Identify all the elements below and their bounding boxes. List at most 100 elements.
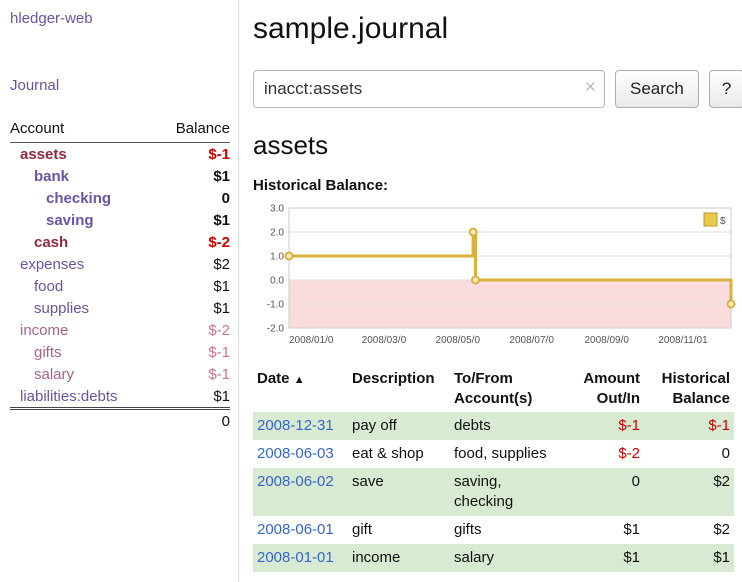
account-balance-liabilities-debts: $1 bbox=[156, 385, 230, 409]
register-row: 2008-06-01 gift gifts $1 $2 bbox=[253, 516, 734, 544]
svg-text:2008/11/01: 2008/11/01 bbox=[658, 335, 708, 346]
transaction-description: eat & shop bbox=[348, 440, 450, 468]
transaction-amount: $1 bbox=[568, 516, 644, 544]
register-row: 2008-06-02 save saving, checking 0 $2 bbox=[253, 468, 734, 516]
col-accounts: To/From Account(s) bbox=[450, 366, 568, 412]
account-row: cash $-2 bbox=[10, 231, 230, 253]
col-amount: Amount Out/In bbox=[568, 366, 644, 412]
transaction-accounts: salary bbox=[450, 544, 568, 572]
svg-text:2008/07/0: 2008/07/0 bbox=[509, 335, 554, 346]
account-link-salary[interactable]: salary bbox=[34, 366, 74, 383]
app-title-link[interactable]: hledger-web bbox=[10, 10, 230, 27]
account-balance-salary: $-1 bbox=[156, 363, 230, 385]
account-balance-assets: $-1 bbox=[156, 143, 230, 166]
svg-text:2.0: 2.0 bbox=[270, 228, 284, 239]
account-balance-cash: $-2 bbox=[156, 231, 230, 253]
account-link-saving[interactable]: saving bbox=[46, 212, 94, 229]
account-row: checking 0 bbox=[10, 187, 230, 209]
search-input[interactable] bbox=[253, 70, 605, 108]
clear-search-icon[interactable]: × bbox=[585, 77, 596, 99]
account-link-food[interactable]: food bbox=[34, 278, 63, 295]
transaction-amount: 0 bbox=[568, 468, 644, 516]
account-balance-saving: $1 bbox=[156, 209, 230, 231]
help-button[interactable]: ? bbox=[709, 70, 742, 108]
sidebar-item-journal[interactable]: Journal bbox=[10, 77, 230, 94]
account-row: saving $1 bbox=[10, 209, 230, 231]
search-bar: × Search ? bbox=[253, 70, 742, 108]
account-balance-food: $1 bbox=[156, 275, 230, 297]
account-link-assets[interactable]: assets bbox=[20, 146, 67, 163]
account-balance-supplies: $1 bbox=[156, 297, 230, 319]
account-row: assets $-1 bbox=[10, 143, 230, 166]
transaction-accounts: debts bbox=[450, 412, 568, 440]
transaction-description: income bbox=[348, 544, 450, 572]
register-header-row: Date ▲ Description To/From Account(s) Am… bbox=[253, 366, 734, 412]
accounts-col-balance: Balance bbox=[156, 118, 230, 143]
svg-text:$: $ bbox=[720, 216, 726, 227]
hledger-web-app: hledger-web Journal Account Balance asse… bbox=[0, 0, 742, 582]
col-historical-balance: Historical Balance bbox=[644, 366, 734, 412]
account-link-supplies[interactable]: supplies bbox=[34, 300, 89, 317]
transaction-balance: $1 bbox=[644, 544, 734, 572]
accounts-header-row: Account Balance bbox=[10, 118, 230, 143]
col-date-label: Date bbox=[257, 370, 290, 387]
transaction-balance: 0 bbox=[644, 440, 734, 468]
page-title: sample.journal bbox=[253, 12, 742, 46]
account-heading: assets bbox=[253, 130, 742, 161]
svg-text:3.0: 3.0 bbox=[270, 204, 284, 215]
accounts-col-account: Account bbox=[10, 118, 156, 143]
chart-title: Historical Balance: bbox=[253, 177, 742, 194]
svg-text:2008/01/0: 2008/01/0 bbox=[289, 335, 334, 346]
transaction-date-link[interactable]: 2008-01-01 bbox=[257, 549, 334, 566]
transaction-amount: $-2 bbox=[568, 440, 644, 468]
account-row: income $-2 bbox=[10, 319, 230, 341]
transaction-balance: $-1 bbox=[644, 412, 734, 440]
search-button[interactable]: Search bbox=[615, 70, 699, 108]
register-row: 2008-06-03 eat & shop food, supplies $-2… bbox=[253, 440, 734, 468]
sort-asc-icon: ▲ bbox=[294, 374, 305, 386]
transaction-date-link[interactable]: 2008-06-02 bbox=[257, 473, 334, 490]
col-date[interactable]: Date ▲ bbox=[253, 366, 348, 412]
transaction-description: gift bbox=[348, 516, 450, 544]
account-row: food $1 bbox=[10, 275, 230, 297]
account-link-checking[interactable]: checking bbox=[46, 190, 111, 207]
transaction-date-link[interactable]: 2008-06-03 bbox=[257, 445, 334, 462]
transaction-balance: $2 bbox=[644, 516, 734, 544]
account-balance-gifts: $-1 bbox=[156, 341, 230, 363]
account-row: salary $-1 bbox=[10, 363, 230, 385]
account-balance-expenses: $2 bbox=[156, 253, 230, 275]
account-link-gifts[interactable]: gifts bbox=[34, 344, 62, 361]
account-link-bank[interactable]: bank bbox=[34, 168, 69, 185]
transaction-amount: $-1 bbox=[568, 412, 644, 440]
transaction-description: pay off bbox=[348, 412, 450, 440]
search-box: × bbox=[253, 70, 605, 108]
svg-text:-1.0: -1.0 bbox=[267, 300, 285, 311]
transaction-accounts: gifts bbox=[450, 516, 568, 544]
transaction-accounts: food, supplies bbox=[450, 440, 568, 468]
account-row: liabilities:debts $1 bbox=[10, 385, 230, 409]
svg-text:0.0: 0.0 bbox=[270, 276, 284, 287]
account-link-income[interactable]: income bbox=[20, 322, 68, 339]
register-table: Date ▲ Description To/From Account(s) Am… bbox=[253, 366, 734, 572]
svg-text:2008/03/0: 2008/03/0 bbox=[362, 335, 407, 346]
svg-text:-2.0: -2.0 bbox=[267, 324, 285, 335]
account-row: bank $1 bbox=[10, 165, 230, 187]
account-row: supplies $1 bbox=[10, 297, 230, 319]
account-link-expenses[interactable]: expenses bbox=[20, 256, 84, 273]
account-balance-checking: 0 bbox=[156, 187, 230, 209]
sidebar: hledger-web Journal Account Balance asse… bbox=[0, 0, 239, 582]
main-content: sample.journal × Search ? assets Histori… bbox=[239, 0, 742, 582]
account-link-liabilities-debts[interactable]: liabilities:debts bbox=[20, 388, 118, 405]
transaction-accounts: saving, checking bbox=[450, 468, 568, 516]
transaction-date-link[interactable]: 2008-06-01 bbox=[257, 521, 334, 538]
transaction-description: save bbox=[348, 468, 450, 516]
accounts-total-row: 0 bbox=[10, 409, 230, 433]
account-balance-income: $-2 bbox=[156, 319, 230, 341]
account-link-cash[interactable]: cash bbox=[34, 234, 68, 251]
account-row: expenses $2 bbox=[10, 253, 230, 275]
transaction-date-link[interactable]: 2008-12-31 bbox=[257, 417, 334, 434]
col-description: Description bbox=[348, 366, 450, 412]
svg-text:2008/09/0: 2008/09/0 bbox=[584, 335, 629, 346]
svg-text:1.0: 1.0 bbox=[270, 252, 284, 263]
svg-text:2008/05/0: 2008/05/0 bbox=[436, 335, 481, 346]
